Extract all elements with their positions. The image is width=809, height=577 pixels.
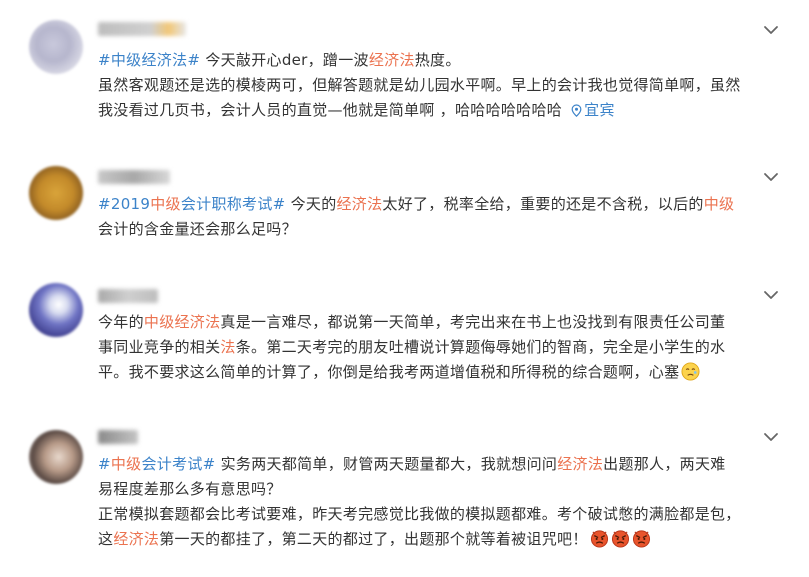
location-pin-icon [571,104,582,118]
angry-face-emoji-icon [611,530,629,548]
comment-text-segment: 虽然客观题还是选的模棱两可，但解答题就是幼儿园水平啊。早上的会计我也觉得简单啊，… [98,76,741,94]
comment-line: 会计的含金量还会那么足吗？ [98,217,760,242]
comment-feed: #中级经济法# 今天敲开心der，蹭一波经济法热度。 虽然客观题还是选的模棱两可… [0,0,809,577]
location-name: 宜宾 [584,101,615,119]
comment-line: 事同业竞争的相关法条。第二天考完的朋友吐槽说计算题侮辱她们的智商，完全是小学生的… [98,335,760,360]
angry-face-emoji-icon [632,530,650,548]
chevron-down-icon[interactable] [762,288,780,302]
comment-text-segment: 这 [98,530,114,548]
comment-text-segment: 条。第二天考完的朋友吐槽说计算题侮辱她们的智商，完全是小学生的水 [235,338,726,356]
hashtag-link[interactable]: #2019 [98,195,150,213]
comment-text-segment: 事同业竞争的相关 [98,338,221,356]
highlighted-keyword: 经济法 [113,530,160,548]
comment-line: #2019中级会计职称考试# 今天的经济法太好了，税率全给，重要的还是不含税，以… [98,192,760,217]
comment-text-segment: 今天敲开心der，蹭一波 [200,51,369,69]
highlighted-keyword: 法 [220,338,236,356]
comment-text-segment: 今年的 [98,313,144,331]
comment-text-segment: 平。我不要求这么简单的计算了，你倒是给我考两道增值税和所得税的综合题啊，心塞 [98,363,680,381]
sad-face-emoji-icon [681,362,700,381]
highlighted-keyword: 中级 [110,455,142,473]
hashtag-link[interactable]: #中级经济法# [98,51,200,69]
highlighted-keyword: 中级 [150,195,181,213]
comment-line: 虽然客观题还是选的模棱两可，但解答题就是幼儿园水平啊。早上的会计我也觉得简单啊，… [98,73,760,98]
comment-text: #2019中级会计职称考试# 今天的经济法太好了，税率全给，重要的还是不含税，以… [98,192,760,242]
comment-line: 正常模拟套题都会比考试要难，昨天考完感觉比我做的模拟题都难。考个破试憋的满脸都是… [98,502,760,527]
avatar[interactable] [29,166,83,220]
comment-line: 今年的中级经济法真是一言难尽，都说第一天简单，考完出来在书上也没找到有限责任公司… [98,310,760,335]
hashtag-link[interactable]: 会计考试# [141,455,215,473]
username[interactable] [98,289,158,303]
comment-text: #中级会计考试# 实务两天都简单，财管两天题量都大，我就想问问经济法出题那人，两… [98,452,760,552]
highlighted-keyword: 经济法 [336,195,383,213]
comment-text-segment: 今天的 [285,195,337,213]
comment-text: #中级经济法# 今天敲开心der，蹭一波经济法热度。 虽然客观题还是选的模棱两可… [98,48,760,123]
highlighted-keyword: 经济法 [557,455,604,473]
comment-line: #中级会计考试# 实务两天都简单，财管两天题量都大，我就想问问经济法出题那人，两… [98,452,760,477]
comment-line: 这经济法第一天的都挂了，第二天的都过了，出题那个就等着被诅咒吧！ [98,527,760,552]
avatar[interactable] [29,20,83,74]
username[interactable] [98,22,186,36]
hashtag-link[interactable]: # [98,455,111,473]
chevron-down-icon[interactable] [762,170,780,184]
comment-text-segment: 出题那人，两天难 [603,455,726,473]
username[interactable] [98,170,170,184]
avatar[interactable] [29,430,83,484]
comment-text-segment: 真是一言难尽，都说第一天简单，考完出来在书上也没找到有限责任公司董 [220,313,726,331]
comment-line: 平。我不要求这么简单的计算了，你倒是给我考两道增值税和所得税的综合题啊，心塞 [98,360,760,385]
hashtag-link[interactable]: 会计职称考试# [181,195,286,213]
angry-face-emoji-icon [590,530,608,548]
chevron-down-icon[interactable] [762,23,780,37]
comment-text: 今年的中级经济法真是一言难尽，都说第一天简单，考完出来在书上也没找到有限责任公司… [98,310,760,385]
comment-text-segment: 会计的含金量还会那么足吗？ [98,220,297,238]
comment-text-segment: 我没看过几页书，会计人员的直觉—他就是简单啊 ，哈哈哈哈哈哈哈 [98,101,568,119]
location-link[interactable]: 宜宾 [571,101,615,119]
comment-text-segment: 正常模拟套题都会比考试要难，昨天考完感觉比我做的模拟题都难。考个破试憋的满脸都是… [98,505,741,523]
comment-line: 易程度差那么多有意思吗？ [98,477,760,502]
highlighted-keyword: 经济法 [368,51,415,69]
chevron-down-icon[interactable] [762,430,780,444]
comment-text-segment: 热度。 [414,51,461,69]
comment-line: #中级经济法# 今天敲开心der，蹭一波经济法热度。 [98,48,760,73]
comment-text-segment: 实务两天都简单，财管两天题量都大，我就想问问 [215,455,558,473]
comment-line: 我没看过几页书，会计人员的直觉—他就是简单啊 ，哈哈哈哈哈哈哈 宜宾 [98,98,760,123]
comment-text-segment: 第一天的都挂了，第二天的都过了，出题那个就等着被诅咒吧！ [159,530,588,548]
highlighted-keyword: 中级 [703,195,735,213]
comment-text-segment: 太好了，税率全给，重要的还是不含税，以后的 [382,195,704,213]
comment-text-segment: 易程度差那么多有意思吗？ [98,480,282,498]
username[interactable] [98,430,138,444]
avatar[interactable] [29,283,83,337]
highlighted-keyword: 中级经济法 [143,313,221,331]
